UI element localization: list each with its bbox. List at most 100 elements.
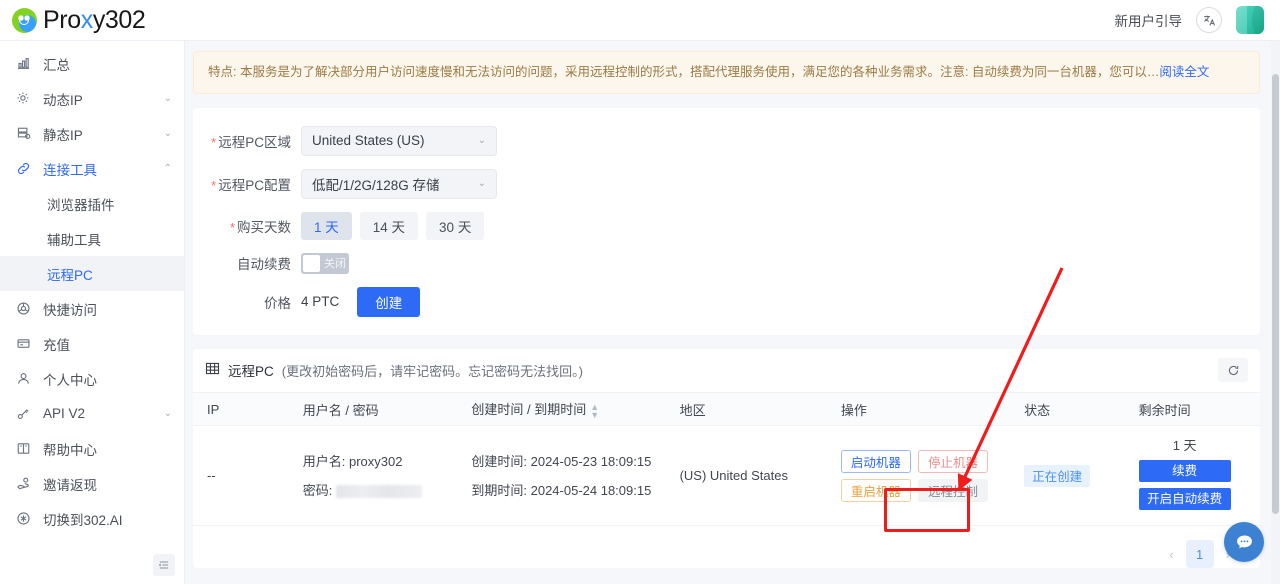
page-scrollbar-thumb[interactable] — [1272, 74, 1279, 514]
brand-name: Proxy302 — [43, 5, 146, 35]
sidebar-item-invite-cashback[interactable]: 邀请返现 — [0, 466, 184, 501]
table-title: 远程PC — [228, 364, 274, 380]
days-option-1[interactable]: 1 天 — [301, 211, 352, 240]
expire-time-line: 到期时间: 2024-05-24 18:09:15 — [471, 482, 652, 498]
switch-icon — [15, 510, 32, 527]
start-machine-button[interactable]: 启动机器 — [840, 449, 911, 473]
remote-pc-table-panel: 远程PC (更改初始密码后，请牢记密码。忘记密码无法找回。) IP 用户名 / … — [193, 348, 1260, 569]
stop-machine-button[interactable]: 停止机器 — [917, 449, 988, 473]
column-create-expire-time[interactable]: 创建时间 / 到期时间 ▲ ▼ — [457, 392, 666, 427]
book-icon — [15, 440, 32, 457]
column-status: 状态 — [1010, 392, 1125, 427]
brand-logo[interactable]: Proxy302 — [0, 5, 146, 35]
column-ip: IP — [193, 392, 289, 427]
create-button[interactable]: 创建 — [357, 286, 421, 317]
autorenew-label: 自动续费 — [237, 257, 291, 273]
form-row-autorenew: 自动续费 关闭 — [193, 252, 1260, 274]
sidebar-item-profile[interactable]: 个人中心 — [0, 361, 184, 396]
sidebar-subitem-label: 辅助工具 — [47, 232, 101, 248]
enable-autorenew-button[interactable]: 开启自动续费 — [1138, 488, 1231, 511]
chevron-down-icon: ⌄ — [477, 178, 486, 190]
hand-coin-icon — [15, 475, 32, 492]
spec-select-value: 低配/1/2G/128G 存储 — [312, 177, 440, 193]
service-notice-banner: 特点: 本服务是为了解决部分用户访问速度慢和无法访问的问题，采用远程控制的形式，… — [193, 51, 1260, 94]
sidebar-item-summary[interactable]: 汇总 — [0, 46, 184, 81]
remaining-days: 1 天 — [1172, 438, 1197, 454]
sidebar-item-remote-pc[interactable]: 远程PC — [0, 256, 184, 291]
chat-bubble-icon[interactable] — [1224, 522, 1264, 562]
notice-text: 特点: 本服务是为了解决部分用户访问速度慢和无法访问的问题，采用远程控制的形式，… — [208, 65, 1160, 79]
sidebar-item-label: 邀请返现 — [43, 477, 97, 493]
sidebar-item-label: 切换到302.AI — [43, 512, 123, 528]
sidebar-item-label: API V2 — [43, 406, 86, 421]
brand-name-part1: Pro — [43, 5, 81, 34]
refresh-icon[interactable] — [1218, 358, 1248, 383]
collapse-menu-icon[interactable] — [153, 554, 175, 576]
cell-ip: -- — [193, 425, 289, 527]
sidebar-item-switch-302ai[interactable]: 切换到302.AI — [0, 501, 184, 536]
column-operations: 操作 — [826, 392, 1011, 427]
sidebar-item-recharge[interactable]: 充值 — [0, 326, 184, 361]
cell-remaining: 1 天 续费 开启自动续费 — [1124, 425, 1260, 527]
proxy302-logo-icon — [12, 7, 37, 33]
price-value: 4 PTC — [301, 294, 340, 310]
read-full-link[interactable]: 阅读全文 — [1159, 65, 1209, 79]
days-option-14[interactable]: 14 天 — [359, 211, 419, 240]
sidebar-item-help-center[interactable]: 帮助中心 — [0, 431, 184, 466]
form-row-spec: 远程PC配置 低配/1/2G/128G 存储 ⌄ — [193, 168, 1260, 199]
sort-icon[interactable]: ▲ ▼ — [590, 402, 599, 419]
new-user-guide-link[interactable]: 新用户引导 — [1115, 10, 1183, 30]
pagination: ‹ 1 › — [193, 526, 1260, 569]
app-header: Proxy302 新用户引导 — [0, 0, 1280, 41]
autorenew-toggle[interactable]: 关闭 — [301, 252, 349, 274]
brand-name-x: x — [80, 5, 94, 34]
chart-bar-icon — [15, 55, 32, 72]
sidebar-item-api-v2[interactable]: API V2 ⌄ — [0, 396, 184, 431]
column-create-expire-time-label: 创建时间 / 到期时间 — [471, 402, 587, 418]
sidebar-item-static-ip[interactable]: 静态IP ⌄ — [0, 116, 184, 151]
days-option-30[interactable]: 30 天 — [426, 211, 485, 240]
remote-control-highlight-box — [884, 488, 970, 532]
cell-credentials: 用户名: proxy302 密码: — [288, 425, 458, 527]
renew-button[interactable]: 续费 — [1138, 460, 1231, 483]
wallet-icon — [15, 335, 32, 352]
password-line: 密码: — [303, 476, 458, 505]
region-select[interactable]: United States (US) ⌄ — [301, 125, 497, 156]
sidebar: 汇总 动态IP ⌄ 静态IP ⌄ 连接工具 ⌃ 浏览器插件 辅助工具 远程PC … — [0, 41, 185, 584]
api-key-icon — [15, 405, 32, 422]
sidebar-item-label: 连接工具 — [43, 162, 97, 178]
sidebar-item-label: 动态IP — [43, 92, 83, 108]
region-select-value: United States (US) — [312, 133, 425, 149]
remaining-group: 1 天 续费 开启自动续费 — [1138, 435, 1231, 511]
sidebar-item-label: 静态IP — [43, 127, 83, 143]
sidebar-item-connect-tools[interactable]: 连接工具 ⌃ — [0, 151, 184, 186]
password-label: 密码: — [302, 482, 333, 498]
app-root: Proxy302 新用户引导 汇总 动态IP ⌄ 静态IP ⌄ 连接工具 ⌃ 浏… — [0, 0, 1280, 584]
table-row: -- 用户名: proxy302 密码: 创建时间: 2024-05-23 18… — [193, 425, 1260, 527]
sidebar-item-quick-access[interactable]: 快捷访问 — [0, 291, 184, 326]
chevron-down-icon: ⌄ — [163, 407, 172, 419]
pagination-prev[interactable]: ‹ — [1163, 547, 1179, 562]
created-time-line: 创建时间: 2024-05-23 18:09:15 — [471, 453, 652, 469]
sidebar-item-browser-extension[interactable]: 浏览器插件 — [0, 186, 184, 221]
form-row-days: 购买天数 1 天 14 天 30 天 — [193, 211, 1260, 240]
password-redacted-value[interactable] — [336, 484, 423, 498]
region-label: 远程PC区域 — [205, 131, 291, 151]
main-content: 特点: 本服务是为了解决部分用户访问速度慢和无法访问的问题，采用远程控制的形式，… — [185, 41, 1280, 584]
form-row-price: 价格 4 PTC 创建 — [193, 286, 1260, 317]
chevron-up-icon: ⌃ — [163, 162, 172, 174]
spec-select[interactable]: 低配/1/2G/128G 存储 ⌄ — [301, 168, 497, 199]
translate-icon[interactable] — [1196, 7, 1222, 33]
spec-label: 远程PC配置 — [205, 174, 291, 194]
user-icon — [15, 370, 32, 387]
sidebar-item-helper-tools[interactable]: 辅助工具 — [0, 221, 184, 256]
cell-status: 正在创建 — [1010, 425, 1125, 527]
sidebar-item-dynamic-ip[interactable]: 动态IP ⌄ — [0, 81, 184, 116]
form-row-region: 远程PC区域 United States (US) ⌄ — [193, 125, 1260, 156]
table-title-group: 远程PC (更改初始密码后，请牢记密码。忘记密码无法找回。) — [205, 360, 583, 380]
autorenew-state-label: 关闭 — [324, 258, 346, 271]
avatar[interactable] — [1236, 6, 1264, 34]
header-actions: 新用户引导 — [1115, 6, 1280, 34]
pagination-page-1[interactable]: 1 — [1185, 540, 1214, 569]
cell-times: 创建时间: 2024-05-23 18:09:15 到期时间: 2024-05-… — [457, 425, 666, 527]
